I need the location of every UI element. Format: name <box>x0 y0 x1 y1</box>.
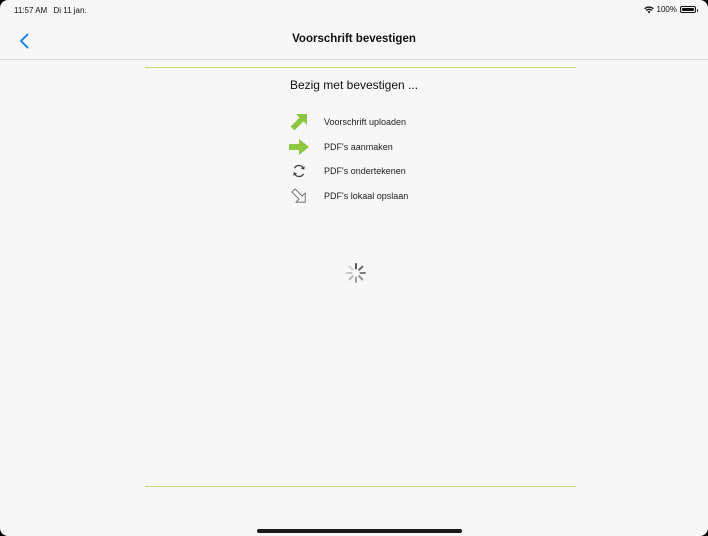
activity-spinner-icon <box>346 263 366 283</box>
step-upload: Voorschrift uploaden <box>289 110 509 135</box>
step-label: PDF's ondertekenen <box>324 166 406 177</box>
battery-level <box>682 8 694 11</box>
step-save-locally: PDF's lokaal opslaan <box>289 184 509 209</box>
status-time: 11:57 AM <box>14 6 48 15</box>
navigation-bar: Voorschrift bevestigen <box>0 22 708 60</box>
arrow-down-right-outline-icon <box>289 186 309 206</box>
top-divider <box>145 67 576 68</box>
battery-full-icon <box>680 6 698 13</box>
step-label: PDF's aanmaken <box>324 141 393 152</box>
step-label: PDF's lokaal opslaan <box>324 190 409 201</box>
sync-icon <box>289 161 309 181</box>
page-title: Voorschrift bevestigen <box>292 33 416 45</box>
step-sign-pdfs: PDF's ondertekenen <box>289 159 509 184</box>
bottom-divider <box>145 486 576 487</box>
app-screen: 11:57 AM Di 11 jan. 100% Voorschrift bev… <box>0 0 708 536</box>
wifi-icon <box>643 5 654 13</box>
status-date: Di 11 jan. <box>53 6 87 15</box>
arrow-up-right-icon <box>289 112 309 132</box>
home-indicator[interactable] <box>257 529 462 533</box>
progress-steps-list: Voorschrift uploaden PDF's aanmaken PDF'… <box>289 110 509 208</box>
step-create-pdfs: PDF's aanmaken <box>289 135 509 160</box>
step-label: Voorschrift uploaden <box>324 117 407 128</box>
status-bar-left: 11:57 AM Di 11 jan. <box>14 6 91 15</box>
arrow-right-icon <box>289 137 309 157</box>
status-bar: 11:57 AM Di 11 jan. 100% <box>0 0 708 22</box>
progress-heading: Bezig met bevestigen ... <box>289 78 419 92</box>
status-bar-right: 100% <box>643 5 698 14</box>
battery-percentage: 100% <box>656 5 677 14</box>
